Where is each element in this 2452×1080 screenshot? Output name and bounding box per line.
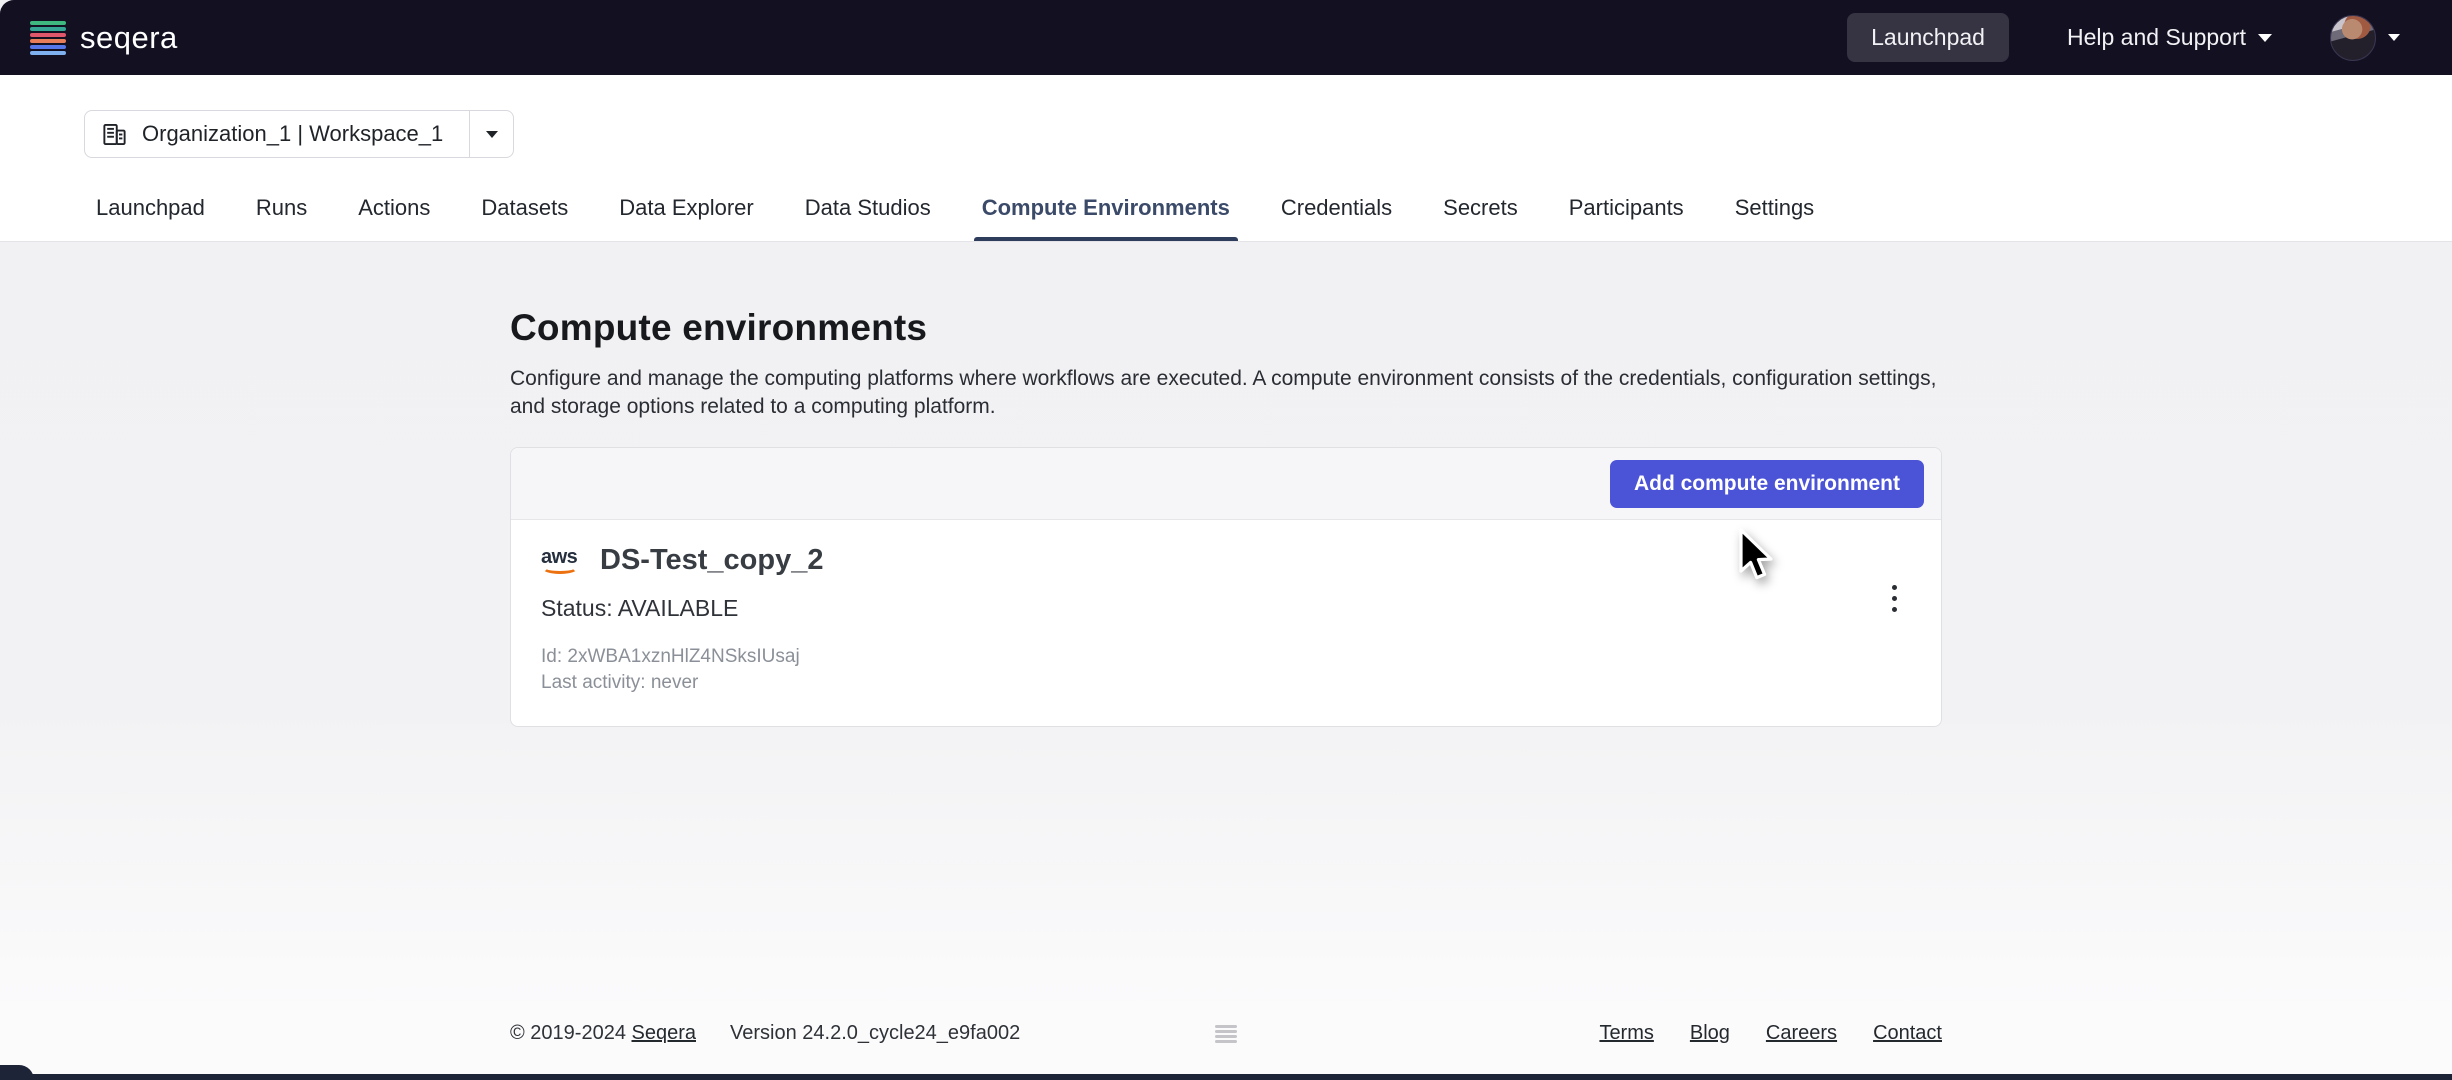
card-toolbar: Add compute environment [511,448,1941,520]
tab-secrets[interactable]: Secrets [1441,195,1520,241]
add-compute-environment-button[interactable]: Add compute environment [1610,460,1924,508]
tab-launchpad[interactable]: Launchpad [94,195,207,241]
environment-id-line: Id: 2xWBA1xznHlZ4NSksIUsaj [541,644,1911,670]
mouse-cursor [1738,528,1780,584]
last-activity-value: never [651,672,699,693]
navbar-right-group: Launchpad Help and Support [1847,13,2400,62]
top-navbar: seqera Launchpad Help and Support [0,0,2452,75]
tab-credentials[interactable]: Credentials [1279,195,1394,241]
main-content: Compute environments Configure and manag… [0,243,2452,1080]
user-menu[interactable] [2330,15,2400,61]
bottom-bar [0,1074,2452,1080]
seqera-logo-icon [30,21,66,55]
compute-environments-card: Add compute environment aws DS-Test_copy… [510,447,1942,727]
status-value: AVAILABLE [618,595,739,621]
aws-swoosh [542,562,578,574]
footer-link-terms[interactable]: Terms [1599,1022,1653,1045]
environment-options-menu-button[interactable] [1877,576,1911,620]
workspace-header: Organization_1 | Workspace_1 Launchpad R… [0,75,2452,242]
tab-datasets[interactable]: Datasets [479,195,570,241]
chevron-down-icon [2258,34,2272,42]
page-description: Configure and manage the computing platf… [510,365,1942,421]
workspace-tabs: Launchpad Runs Actions Datasets Data Exp… [94,195,1816,241]
id-value: 2xWBA1xznHlZ4NSksIUsaj [567,646,799,667]
environment-meta: Id: 2xWBA1xznHlZ4NSksIUsaj Last activity… [541,644,1911,696]
seqera-home-link[interactable]: seqera [30,20,178,56]
environment-status: Status: AVAILABLE [541,595,1911,622]
status-label: Status: [541,595,618,621]
workspace-selector-main[interactable]: Organization_1 | Workspace_1 [85,111,469,157]
tab-compute-environments[interactable]: Compute Environments [980,195,1232,241]
footer-link-blog[interactable]: Blog [1690,1022,1730,1045]
organization-icon [101,121,128,148]
environment-last-activity-line: Last activity: never [541,670,1911,696]
seqera-compute-environments-page: seqera Launchpad Help and Support [0,0,2452,1080]
launchpad-nav-button[interactable]: Launchpad [1847,13,2009,62]
tab-participants[interactable]: Participants [1567,195,1686,241]
environment-name-link[interactable]: DS-Test_copy_2 [600,544,824,577]
version-text: Version 24.2.0_cycle24_e9fa002 [730,1022,1020,1045]
help-and-support-label: Help and Support [2067,24,2246,51]
seqera-footer-link[interactable]: Seqera [632,1022,697,1044]
last-activity-label: Last activity: [541,672,651,693]
chevron-down-icon [486,131,498,138]
seqera-footer-glyph-icon [1215,1025,1237,1043]
chevron-down-icon [2388,34,2400,41]
avatar[interactable] [2330,15,2376,61]
tab-runs[interactable]: Runs [254,195,309,241]
workspace-selector-toggle[interactable] [469,111,513,157]
tab-data-studios[interactable]: Data Studios [803,195,933,241]
aws-provider-icon: aws [541,546,585,576]
page-footer: © 2019-2024 Seqera Version 24.2.0_cycle2… [510,1022,1942,1045]
compute-environment-row: aws DS-Test_copy_2 Status: AVAILABLE Id:… [511,520,1941,726]
help-and-support-dropdown[interactable]: Help and Support [2067,24,2272,51]
workspace-selector[interactable]: Organization_1 | Workspace_1 [84,110,514,158]
tab-data-explorer[interactable]: Data Explorer [617,195,756,241]
brand-name: seqera [80,20,178,56]
footer-link-contact[interactable]: Contact [1873,1022,1942,1045]
tab-settings[interactable]: Settings [1733,195,1817,241]
footer-link-careers[interactable]: Careers [1766,1022,1837,1045]
tab-actions[interactable]: Actions [356,195,432,241]
copyright-prefix: © 2019-2024 [510,1022,632,1044]
id-label: Id: [541,646,567,667]
page-title: Compute environments [510,307,1942,349]
copyright-text: © 2019-2024 Seqera [510,1022,696,1045]
workspace-selector-label: Organization_1 | Workspace_1 [142,121,443,147]
